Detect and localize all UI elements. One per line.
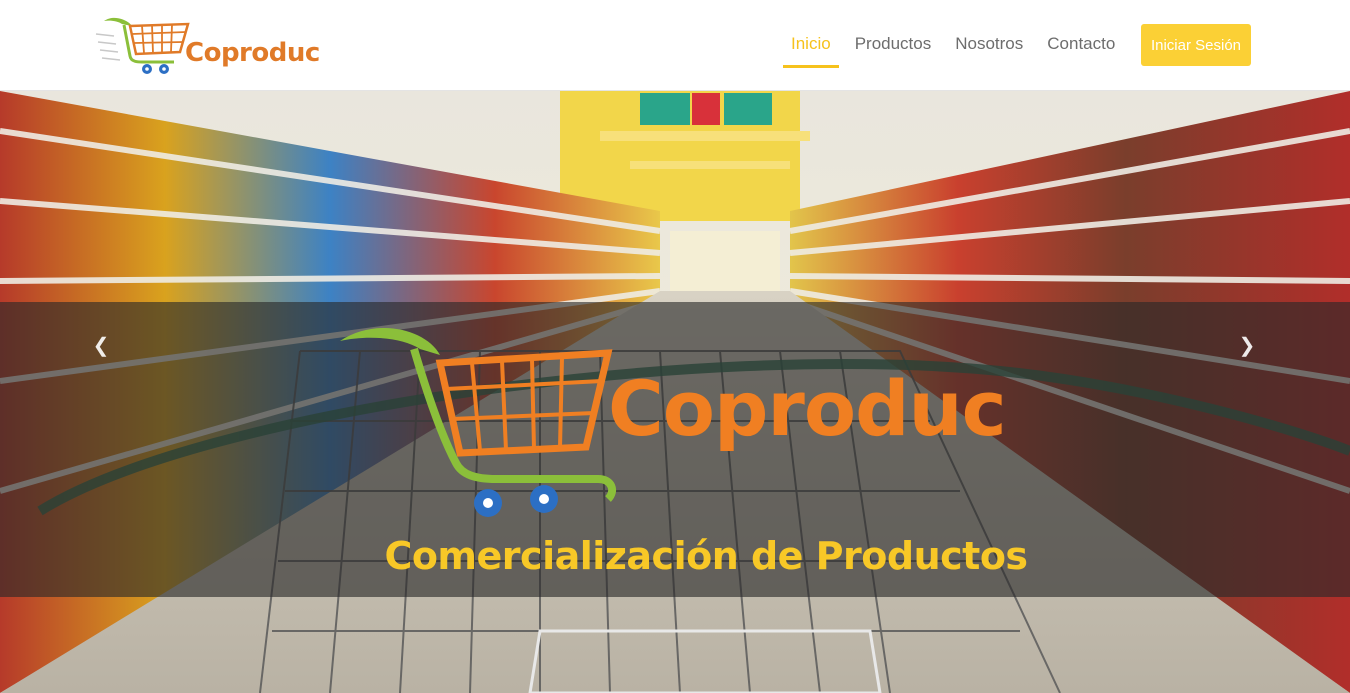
brand-logo-link[interactable]: Coproduc bbox=[92, 12, 332, 78]
login-button[interactable]: Iniciar Sesión bbox=[1141, 24, 1251, 66]
hero-tagline: Comercialización de Productos bbox=[384, 534, 1028, 578]
main-nav: Inicio Productos Nosotros Contacto bbox=[783, 24, 1131, 68]
hero-carousel: ❮ ❯ Coproduc Comercialización de Product… bbox=[0, 91, 1350, 693]
chevron-right-icon: ❯ bbox=[1238, 335, 1256, 357]
shopping-cart-logo-icon bbox=[95, 17, 190, 74]
carousel-prev-button[interactable]: ❮ bbox=[86, 331, 116, 361]
hero-cart-logo-icon bbox=[340, 328, 617, 517]
brand-name: Coproduc bbox=[185, 38, 320, 68]
hero-brand-name: Coproduc bbox=[608, 364, 1007, 453]
navbar: Coproduc Inicio Productos Nosotros Conta… bbox=[0, 0, 1350, 91]
nav-item-nosotros[interactable]: Nosotros bbox=[947, 24, 1031, 68]
nav-item-contacto[interactable]: Contacto bbox=[1039, 24, 1123, 68]
chevron-left-icon: ❮ bbox=[92, 335, 110, 357]
carousel-next-button[interactable]: ❯ bbox=[1232, 331, 1262, 361]
nav-item-inicio[interactable]: Inicio bbox=[783, 24, 839, 68]
nav-item-productos[interactable]: Productos bbox=[847, 24, 940, 68]
